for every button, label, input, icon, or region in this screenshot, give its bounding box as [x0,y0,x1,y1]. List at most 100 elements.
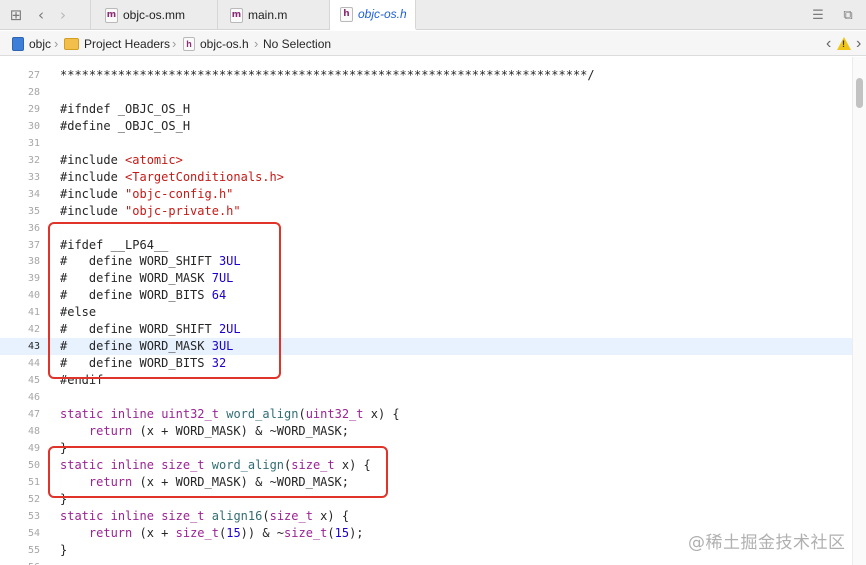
code-line-40[interactable]: 40 # define WORD_BITS 64 [0,287,852,304]
tab-bar: ⊞ ‹ › m objc-os.mm m main.m h objc-os.h … [0,0,866,30]
issue-next-icon[interactable]: › [856,31,861,56]
code-line-38[interactable]: 38 # define WORD_SHIFT 3UL [0,253,852,270]
issue-previous-icon[interactable]: ‹ [826,31,831,56]
code-line-27[interactable]: 27 **************************************… [0,67,852,84]
jumpbar-selection[interactable]: No Selection [263,31,331,56]
code-text[interactable]: #else [60,304,96,321]
code-line-48[interactable]: 48 return (x + WORD_MASK) & ~WORD_MASK; [0,423,852,440]
code-line-52[interactable]: 52} [0,491,852,508]
line-number: 29 [27,103,40,115]
code-text[interactable]: # define WORD_MASK 3UL [60,338,233,355]
code-line-28[interactable]: 28 [0,84,852,101]
line-number: 49 [27,442,40,454]
code-text[interactable]: #ifdef __LP64__ [60,237,168,254]
code-line-41[interactable]: 41 #else [0,304,852,321]
code-line-45[interactable]: 45 #endif [0,372,852,389]
line-number: 52 [27,493,40,505]
split-editor-icon[interactable]: ⧉ [836,0,860,30]
code-text[interactable]: # define WORD_BITS 32 [60,355,226,372]
code-text[interactable]: static inline uint32_t word_align(uint32… [60,406,400,423]
code-line-50[interactable]: 50 static inline size_t word_align(size_t… [0,457,852,474]
code-text[interactable]: #include "objc-private.h" [60,203,241,220]
grid-icon[interactable]: ⊞ [6,0,26,30]
warning-icon[interactable]: ! [837,37,851,50]
line-number: 47 [27,409,40,420]
code-line-32[interactable]: 32 #include <atomic> [0,152,852,169]
line-number: 33 [27,171,40,183]
code-line-36[interactable]: 36 [0,220,852,237]
code-line-47[interactable]: 47 static inline uint32_t word_align(uint… [0,406,852,423]
code-line-49[interactable]: 49} [0,440,852,457]
line-number: 55 [27,544,40,556]
code-editor[interactable]: 27 **************************************… [0,57,866,565]
code-text[interactable]: } [60,491,67,508]
line-number: 42 [27,324,40,336]
line-number: 41 [27,307,40,319]
code-line-46[interactable]: 46 [0,389,852,406]
code-line-31[interactable]: 31 [0,135,852,152]
jumpbar-file[interactable]: h objc-os.h [183,31,249,56]
line-number: 56 [0,559,40,565]
code-text[interactable]: ****************************************… [60,67,595,84]
code-text[interactable]: #include <TargetConditionals.h> [60,169,284,186]
line-number: 45 [27,375,40,387]
code-text[interactable]: return (x + WORD_MASK) & ~WORD_MASK; [60,423,349,440]
chevron-right-icon: › [172,36,177,51]
line-number: 35 [27,205,40,217]
code-line-29[interactable]: 29 #ifndef _OBJC_OS_H [0,101,852,118]
line-number: 44 [27,358,40,370]
code-text[interactable]: # define WORD_SHIFT 3UL [60,253,241,270]
code-text[interactable]: } [60,542,67,559]
line-number: 30 [27,120,40,132]
code-line-43[interactable]: 43 # define WORD_MASK 3UL [0,338,852,356]
back-chevron-icon[interactable]: ‹ [32,0,50,30]
code-line-53[interactable]: 53 static inline size_t align16(size_t x)… [0,508,852,525]
code-text[interactable]: #include <atomic> [60,152,183,169]
tab-objc-os-mm[interactable]: m objc-os.mm [90,0,218,30]
code-line-35[interactable]: 35 #include "objc-private.h" [0,203,852,220]
forward-chevron-icon[interactable]: › [54,0,72,30]
line-number: 40 [27,290,40,302]
code-text[interactable]: static inline size_t align16(size_t x) { [60,508,349,525]
code-line-30[interactable]: 30 #define _OBJC_OS_H [0,118,852,135]
code-line-34[interactable]: 34 #include "objc-config.h" [0,186,852,203]
line-number: 50 [27,459,40,471]
code-text[interactable]: # define WORD_MASK 7UL [60,270,233,287]
code-line-44[interactable]: 44 # define WORD_BITS 32 [0,355,852,372]
editor-options-icon[interactable]: ☰ [806,0,830,30]
code-text[interactable]: return (x + size_t(15)) & ~size_t(15); [60,525,364,542]
line-number: 37 [27,239,40,251]
line-number: 28 [27,86,40,98]
scrollbar-thumb[interactable] [856,78,863,108]
code-text[interactable]: #include "objc-config.h" [60,186,233,203]
code-line-51[interactable]: 51 return (x + WORD_MASK) & ~WORD_MASK; [0,474,852,491]
line-number: 51 [27,476,40,488]
tab-main-m[interactable]: m main.m [218,0,330,30]
code-text[interactable]: #define _OBJC_OS_H [60,118,190,135]
watermark: @稀土掘金技术社区 [688,533,846,553]
jumpbar-project[interactable]: objc [12,31,51,56]
code-text[interactable]: return (x + WORD_MASK) & ~WORD_MASK; [60,474,349,491]
code-text[interactable]: static inline size_t word_align(size_t x… [60,457,371,474]
code-line-33[interactable]: 33 #include <TargetConditionals.h> [0,169,852,186]
line-number: 39 [27,273,40,285]
code-line-39[interactable]: 39 # define WORD_MASK 7UL [0,270,852,287]
code-text[interactable]: # define WORD_SHIFT 2UL [60,321,241,338]
code-text[interactable]: #endif [60,372,103,389]
code-text[interactable]: # define WORD_BITS 64 [60,287,226,304]
line-number: 48 [27,425,40,437]
line-number: 53 [27,510,40,522]
line-number: 32 [27,154,40,166]
code-text[interactable]: } [60,440,67,457]
code-line-42[interactable]: 42 # define WORD_SHIFT 2UL [0,321,852,338]
tab-label: main.m [248,8,288,22]
code-text[interactable]: #ifndef _OBJC_OS_H [60,101,190,118]
file-h-icon: h [340,6,353,22]
tab-objc-os-h[interactable]: h objc-os.h [330,0,416,30]
code-line-56[interactable]: 56 [0,559,852,565]
jumpbar-group[interactable]: Project Headers [64,31,170,56]
vertical-scrollbar[interactable] [852,57,866,565]
line-number: 38 [27,256,40,268]
file-m-icon: m [230,7,243,23]
code-line-37[interactable]: 37 #ifdef __LP64__ [0,237,852,254]
